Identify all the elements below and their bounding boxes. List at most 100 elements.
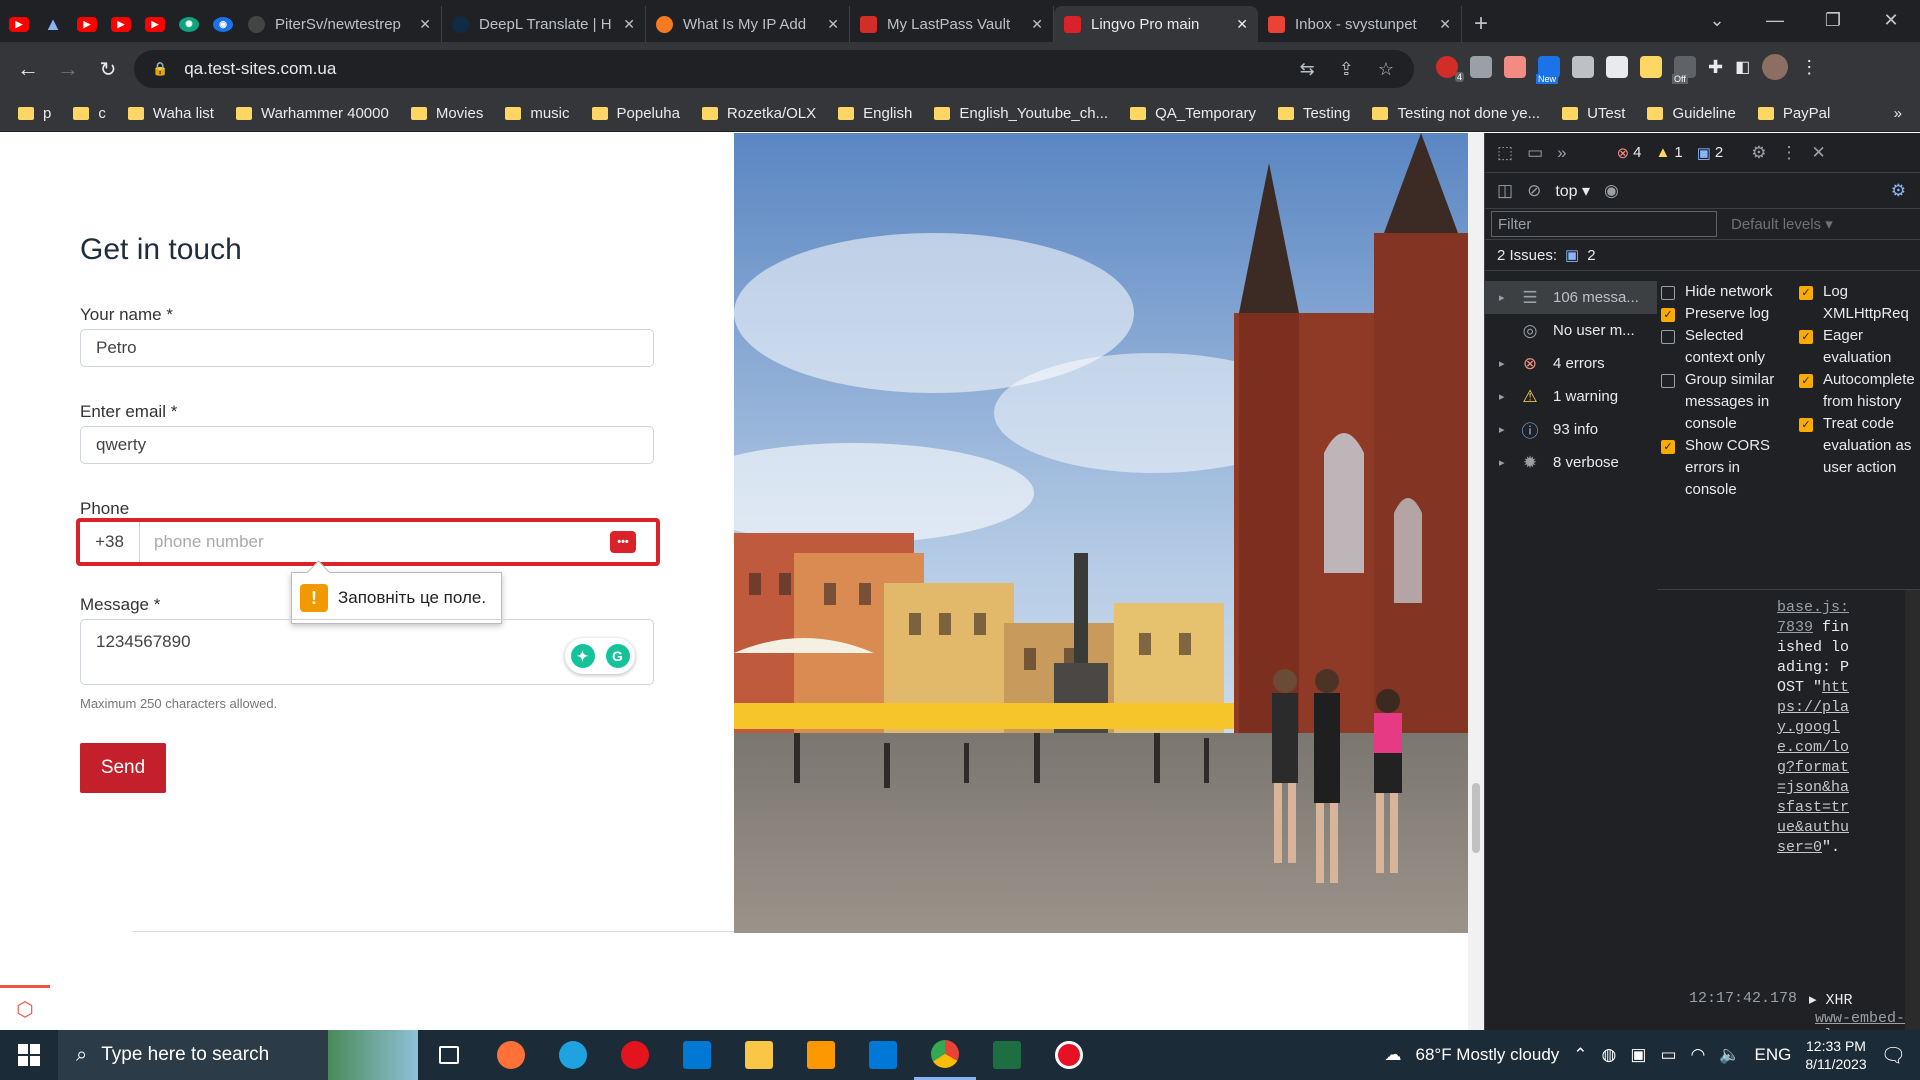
tray-chevron-icon[interactable]: ⌃ <box>1573 1045 1587 1065</box>
bookmark-item[interactable]: music <box>505 105 570 122</box>
tab-deepl[interactable]: DeepL Translate | H ✕ <box>442 6 646 42</box>
close-tab-icon[interactable]: ✕ <box>1236 16 1248 33</box>
taskbar-edge[interactable] <box>542 1030 604 1080</box>
send-button[interactable]: Send <box>80 743 166 793</box>
close-window-button[interactable]: ✕ <box>1862 0 1920 40</box>
taskbar-firefox[interactable] <box>480 1030 542 1080</box>
device-toolbar-icon[interactable]: ▭ <box>1527 143 1543 163</box>
close-tab-icon[interactable]: ✕ <box>1031 16 1043 33</box>
console-settings-icon[interactable]: ⚙ <box>1891 181 1906 201</box>
notes-extension-icon[interactable] <box>1640 56 1662 78</box>
filter-input[interactable]: Filter <box>1491 211 1717 237</box>
console-setting-option[interactable]: Group similar messages in console <box>1661 369 1789 435</box>
writing-assistant-widget[interactable]: ✦ G <box>565 638 635 674</box>
bookmark-item[interactable]: Movies <box>410 105 483 122</box>
pinned-tab-youtube-4[interactable]: ▶ <box>140 6 170 42</box>
console-setting-option[interactable]: ✓ Autocomplete from history <box>1799 369 1920 413</box>
taskbar-excel[interactable] <box>976 1030 1038 1080</box>
forward-button[interactable]: → <box>48 56 88 82</box>
close-tab-icon[interactable]: ✕ <box>419 16 431 33</box>
issues-bar[interactable]: 2 Issues: ▣ 2 <box>1485 239 1920 271</box>
taskbar-vscode[interactable] <box>852 1030 914 1080</box>
checkbox[interactable]: ✓ <box>1799 374 1813 388</box>
scrollbar-thumb[interactable] <box>1472 783 1480 853</box>
color-extension-icon[interactable] <box>1504 56 1526 78</box>
tab-lastpass[interactable]: My LastPass Vault ✕ <box>850 6 1054 42</box>
notifications-icon[interactable]: 🗨 <box>1881 1043 1906 1068</box>
checkbox[interactable] <box>1661 286 1675 300</box>
bookmark-star-icon[interactable]: ☆ <box>1378 59 1394 80</box>
new-tab-button[interactable]: + <box>1474 6 1488 42</box>
lastpass-extension-icon[interactable]: 4 <box>1436 56 1464 82</box>
tray-camera-icon[interactable]: ▣ <box>1630 1045 1646 1065</box>
checkbox[interactable] <box>1661 330 1675 344</box>
console-setting-option[interactable]: Hide network <box>1661 281 1789 303</box>
profile-avatar[interactable] <box>1762 54 1789 80</box>
pinned-tab-target[interactable]: ◉ <box>208 6 238 42</box>
puzzle-extension-icon[interactable] <box>1572 56 1594 78</box>
checkbox[interactable]: ✓ <box>1661 440 1675 454</box>
bookmark-item[interactable]: English_Youtube_ch... <box>934 105 1108 122</box>
restore-button[interactable]: ❐ <box>1804 0 1862 40</box>
bookmark-item[interactable]: English <box>838 105 912 122</box>
checkbox[interactable] <box>1661 374 1675 388</box>
taskbar-store[interactable] <box>666 1030 728 1080</box>
page-scrollbar[interactable] <box>1468 133 1484 1030</box>
wifi-icon[interactable]: ◠ <box>1691 1045 1706 1065</box>
bookmark-item[interactable]: UTest <box>1562 105 1625 122</box>
context-selector[interactable]: top ▾ <box>1555 181 1590 201</box>
name-input[interactable]: Petro <box>80 329 654 367</box>
tab-github[interactable]: PiterSv/newtestrep ✕ <box>238 6 442 42</box>
warnings-counter[interactable]: ▲ 1 <box>1656 144 1683 161</box>
bookmark-item[interactable]: p <box>18 105 51 122</box>
taskbar-chrome[interactable] <box>914 1030 976 1080</box>
off-extension-icon[interactable]: Off <box>1672 56 1696 84</box>
bookmark-item[interactable]: c <box>73 105 106 122</box>
console-sidebar-item[interactable]: ▸ ☰ 106 messa... <box>1485 281 1657 314</box>
minimize-button[interactable]: — <box>1746 0 1804 40</box>
grammarly-icon[interactable]: G <box>605 644 630 668</box>
bookmark-item[interactable]: PayPal <box>1757 105 1830 122</box>
taskbar-sublime[interactable] <box>790 1030 852 1080</box>
taskbar-explorer[interactable] <box>728 1030 790 1080</box>
inspect-element-icon[interactable]: ⬚ <box>1497 143 1513 163</box>
bookmark-item[interactable]: Testing not done ye... <box>1372 105 1540 122</box>
volume-icon[interactable]: 🔈 <box>1719 1045 1740 1065</box>
checkbox[interactable]: ✓ <box>1661 308 1675 322</box>
doc-extension-icon[interactable] <box>1606 56 1628 78</box>
console-setting-option[interactable]: ✓ Log XMLHttpReq <box>1799 281 1920 325</box>
side-panel-icon[interactable]: ◧ <box>1735 57 1750 77</box>
log-url-link[interactable]: https://play.google.com/log?format=json&… <box>1777 679 1849 856</box>
errors-counter[interactable]: ⊗ 4 <box>1617 144 1642 162</box>
tab-whatismyip[interactable]: What Is My IP Add ✕ <box>646 6 850 42</box>
pinned-tab-youtube-1[interactable]: ▶ <box>4 6 34 42</box>
close-devtools-icon[interactable]: ✕ <box>1812 143 1826 163</box>
tab-search-icon[interactable]: ⌄ <box>1688 0 1746 40</box>
close-tab-icon[interactable]: ✕ <box>827 16 839 33</box>
close-tab-icon[interactable]: ✕ <box>1439 16 1451 33</box>
task-view-button[interactable] <box>418 1030 480 1080</box>
close-tab-icon[interactable]: ✕ <box>623 16 635 33</box>
checkbox[interactable]: ✓ <box>1799 286 1813 300</box>
bookmark-item[interactable]: Guideline <box>1647 105 1736 122</box>
checkbox[interactable]: ✓ <box>1799 330 1813 344</box>
pinned-tab-youtube-3[interactable]: ▶ <box>106 6 136 42</box>
bookmark-item[interactable]: Warhammer 40000 <box>235 105 389 122</box>
console-scrollbar[interactable] <box>1905 590 1920 1031</box>
menu-kebab-icon[interactable]: ⋮ <box>1800 57 1818 78</box>
back-button[interactable]: ← <box>8 56 48 82</box>
settings-gear-icon[interactable]: ⚙ <box>1751 143 1766 163</box>
live-expression-eye-icon[interactable]: ◉ <box>1604 181 1619 201</box>
console-sidebar-item[interactable]: ▸ ⓘ 93 info <box>1485 413 1657 446</box>
phone-field[interactable]: +38 phone number ••• <box>76 518 660 566</box>
messages-counter[interactable]: ▣ 2 <box>1697 144 1724 162</box>
clear-console-icon[interactable]: ⊘ <box>1527 181 1541 201</box>
reload-button[interactable]: ↻ <box>88 57 128 82</box>
bookmark-item[interactable]: Rozetka/OLX <box>701 105 816 122</box>
more-tabs-icon[interactable]: » <box>1557 143 1566 163</box>
console-setting-option[interactable]: ✓ Show CORS errors in console <box>1661 435 1789 501</box>
pinned-tab-chatgpt[interactable]: ✺ <box>174 6 204 42</box>
bookmark-item[interactable]: QA_Temporary <box>1130 105 1256 122</box>
camera-extension-icon[interactable] <box>1470 56 1492 78</box>
weather-text[interactable]: 68°F Mostly cloudy <box>1415 1045 1559 1065</box>
